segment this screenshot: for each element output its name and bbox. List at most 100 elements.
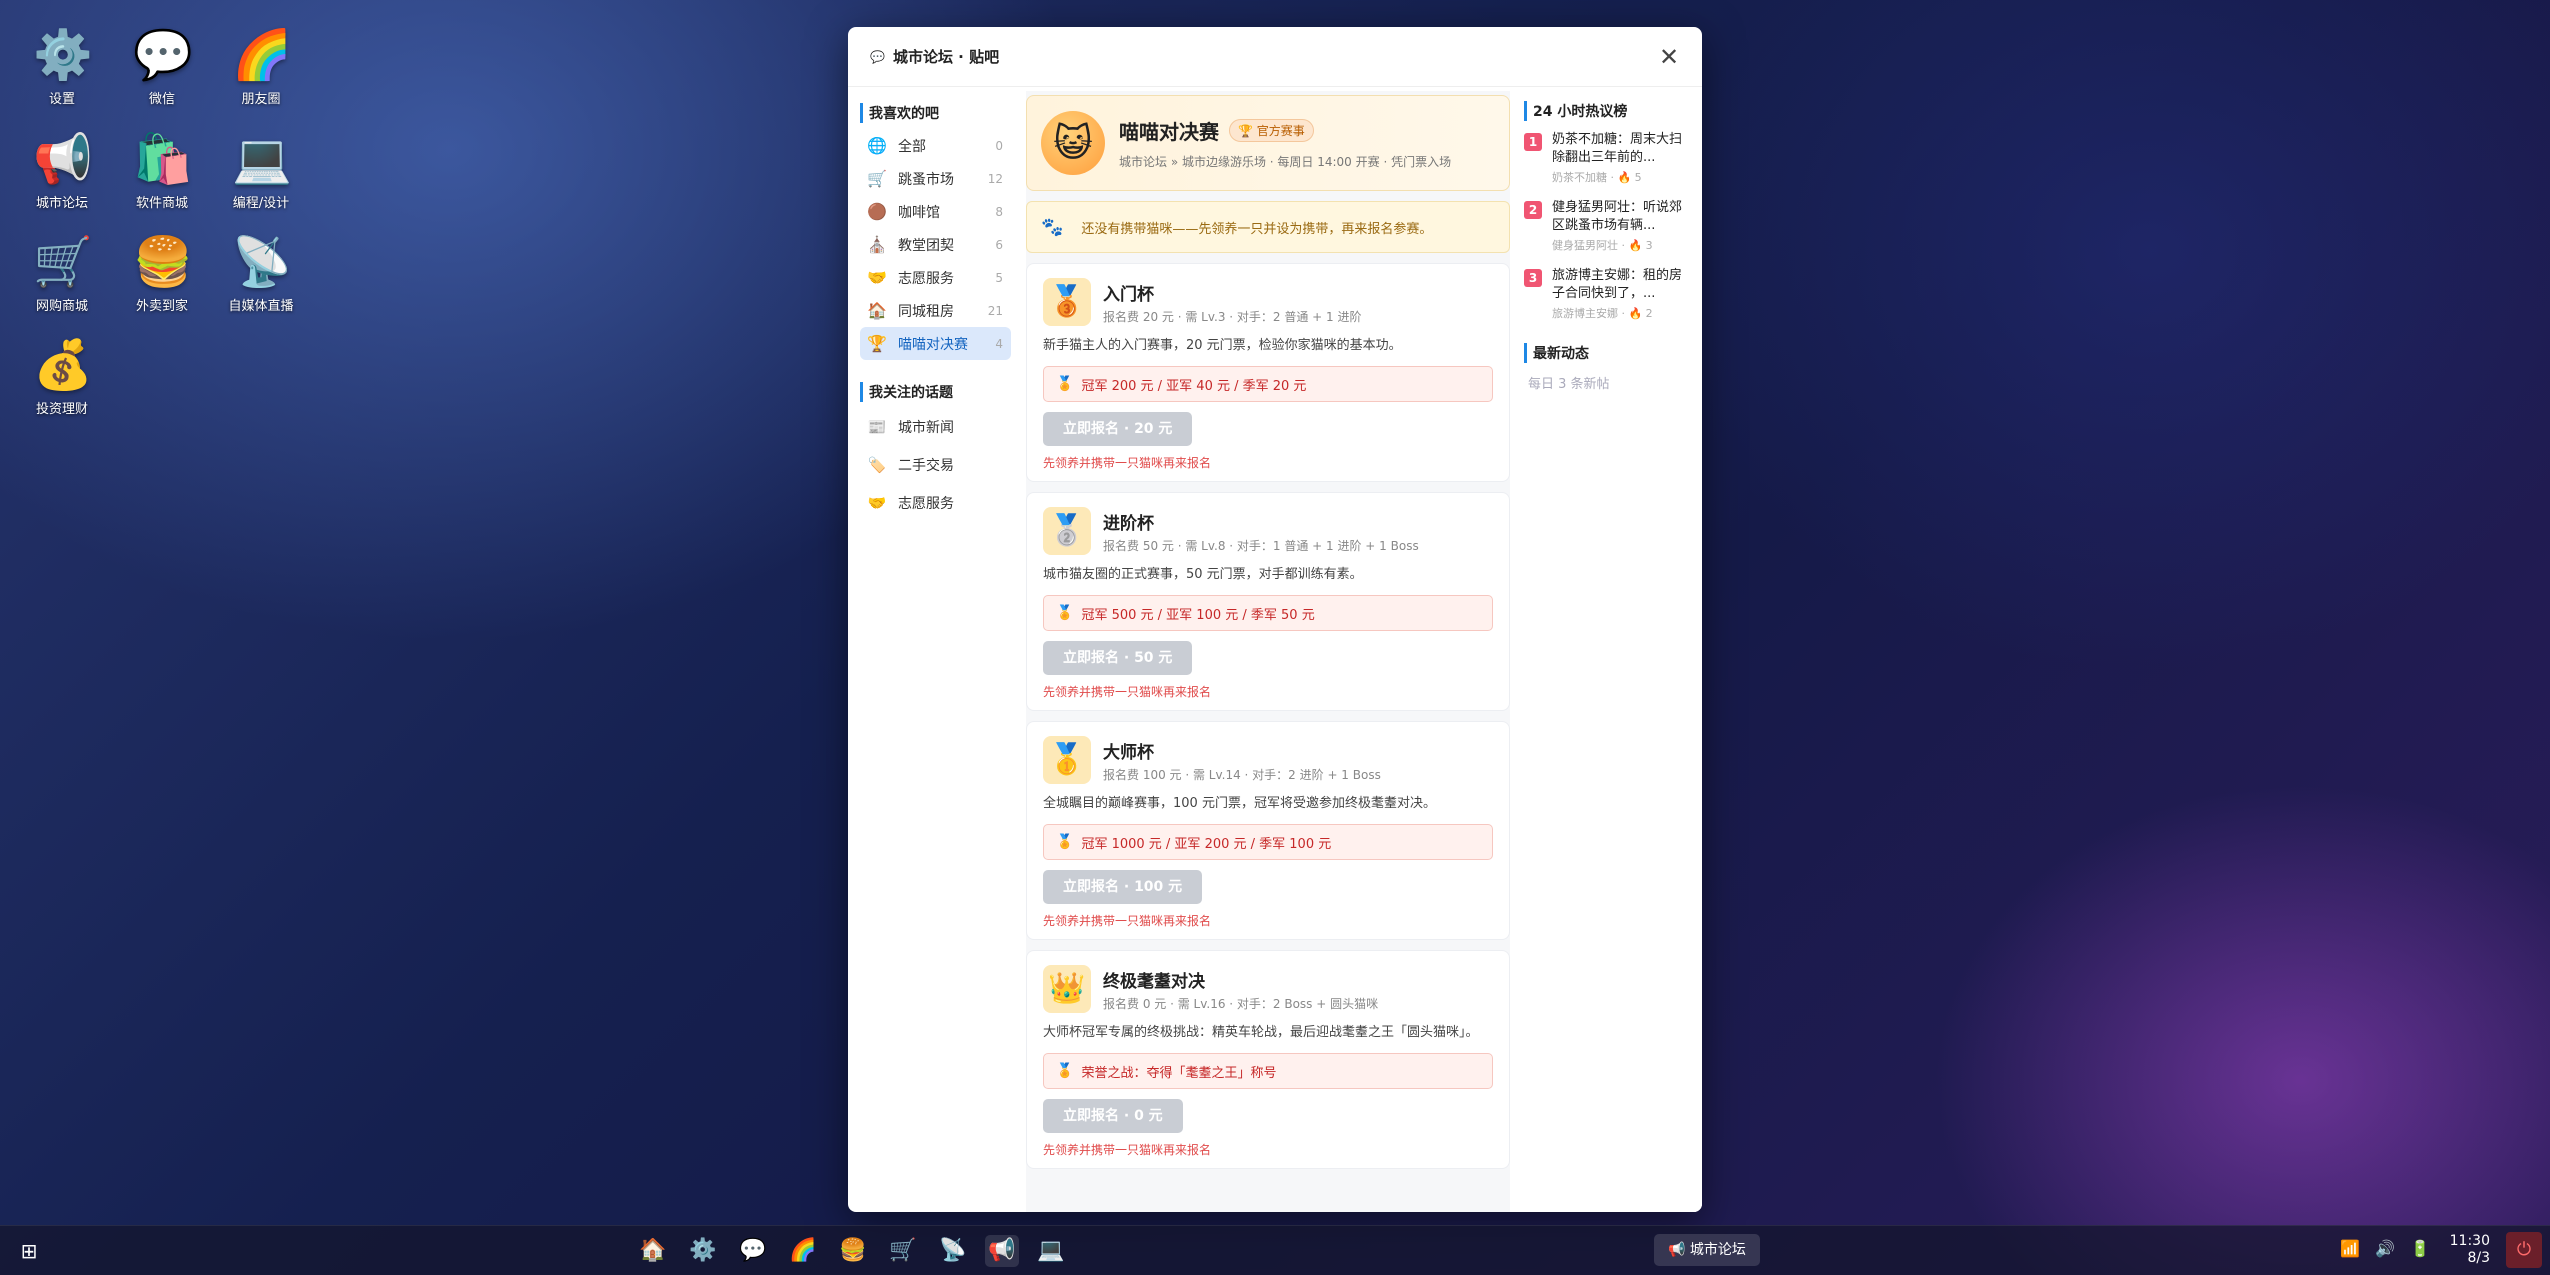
trophy-icon: 🏆 (867, 334, 887, 353)
hot-item-meta: 旅游博主安娜 · 🔥 2 (1552, 307, 1653, 320)
taskbar-megaphone-icon[interactable]: 📢 (985, 1235, 1019, 1267)
bar-name: 喵喵对决赛 (1119, 120, 1219, 144)
globe-icon: 🌐 (867, 136, 887, 155)
sidebar-item-flea-market[interactable]: 🛒 跳蚤市场 12 (860, 162, 1011, 195)
register-button[interactable]: 立即报名 · 50 元 (1043, 641, 1193, 675)
notice-text: 还没有携带猫咪——先领养一只并设为携带，再来报名参赛。 (1081, 221, 1433, 237)
shopping-cart-icon: 🛒 (867, 169, 887, 188)
sidebar-item-cafe[interactable]: 🟤 咖啡馆 8 (860, 195, 1011, 228)
topic-volunteer[interactable]: 🤝 志愿服务 (860, 484, 1011, 522)
topic-label: 城市新闻 (898, 420, 954, 436)
prize-text: 冠军 1000 元 / 亚军 200 元 / 季军 100 元 (1081, 836, 1332, 852)
rank-badge: 2 (1524, 201, 1542, 219)
volume-icon[interactable]: 🔊 (2375, 1239, 2395, 1258)
sidebar-item-count: 4 (995, 336, 1003, 351)
desktop-icon-coding[interactable]: 💻 编程/设计 (206, 130, 316, 211)
desktop-icon-online-shop[interactable]: 🛒 网购商城 (7, 233, 117, 314)
tournament-card-advanced: 🥈 进阶杯 报名费 50 元 · 需 Lv.8 · 对手：1 普通 + 1 进阶 +… (1026, 492, 1510, 711)
house-icon: 🏠 (867, 301, 887, 320)
taskbar-running-app[interactable]: 📢 城市论坛 (1654, 1234, 1760, 1266)
tournament-name: 进阶杯 (1103, 513, 1154, 534)
church-icon: ⛪ (867, 235, 887, 254)
desktop-icon-label: 编程/设计 (232, 196, 290, 211)
power-button[interactable]: ⏻ (2506, 1232, 2542, 1268)
shopping-bags-icon: 🛍️ (133, 131, 193, 187)
desktop-icon-wechat[interactable]: 💬 微信 (107, 26, 217, 107)
desktop-icon-label: 外卖到家 (135, 299, 188, 314)
clock-time: 11:30 (2449, 1233, 2490, 1249)
desktop-icon-label: 网购商城 (35, 299, 88, 314)
topic-label: 志愿服务 (898, 496, 954, 512)
desktop-icon-label: 投资理财 (35, 402, 88, 417)
tournament-name: 大师杯 (1103, 742, 1154, 763)
medal-icon: 🏅 (1056, 834, 1074, 850)
desktop-icon-label: 微信 (148, 92, 175, 107)
taskbar-home-icon[interactable]: 🏠 (636, 1235, 670, 1267)
hot-item-meta: 健身猛男阿壮 · 🔥 3 (1552, 239, 1653, 252)
wifi-icon[interactable]: 📶 (2340, 1239, 2360, 1258)
desktop-icon-moments[interactable]: 🌈 朋友圈 (206, 26, 316, 107)
taskbar-rainbow-icon[interactable]: 🌈 (786, 1235, 820, 1267)
clock[interactable]: 11:30 8/3 (2450, 1233, 2490, 1267)
crown-icon: 👑 (1043, 965, 1091, 1013)
sidebar-item-rental[interactable]: 🏠 同城租房 21 (860, 294, 1011, 327)
tournament-name: 入门杯 (1103, 284, 1154, 305)
desktop-icon-food-delivery[interactable]: 🍔 外卖到家 (107, 233, 217, 314)
sidebar-item-label: 志愿服务 (898, 270, 954, 287)
taskbar-chat-icon[interactable]: 💬 (736, 1235, 770, 1267)
register-button[interactable]: 立即报名 · 0 元 (1043, 1099, 1183, 1133)
desktop-icon-label: 自媒体直播 (228, 299, 294, 314)
taskbar-laptop-icon[interactable]: 💻 (1034, 1235, 1068, 1267)
prize-box: 🏅 冠军 500 元 / 亚军 100 元 / 季军 50 元 (1043, 595, 1493, 631)
sidebar-item-count: 5 (995, 270, 1003, 285)
hot-item[interactable]: 3 旅游博主安娜：租的房子合同快到了，... 旅游博主安娜 · 🔥 2 (1524, 267, 1690, 321)
hot-list-title: 24 小时热议榜 (1524, 101, 1690, 121)
sidebar-item-label: 同城租房 (898, 303, 954, 320)
desktop-icon-label: 朋友圈 (241, 92, 281, 107)
topic-second-hand[interactable]: 🏷️ 二手交易 (860, 446, 1011, 484)
close-button[interactable]: ✕ (1654, 42, 1684, 72)
hot-item-title: 奶茶不加糖：周末大扫除翻出三年前的... (1552, 132, 1683, 165)
prize-text: 冠军 500 元 / 亚军 100 元 / 季军 50 元 (1081, 607, 1315, 623)
sidebar-item-cat-battle[interactable]: 🏆 喵喵对决赛 4 (860, 327, 1011, 360)
taskbar-cart-icon[interactable]: 🛒 (886, 1235, 920, 1267)
desktop-icon-city-forum[interactable]: 📢 城市论坛 (7, 130, 117, 211)
desktop-icon-label: 城市论坛 (35, 196, 88, 211)
desktop-icon-investment[interactable]: 💰 投资理财 (7, 336, 117, 417)
desktop-icon-software-store[interactable]: 🛍️ 软件商城 (107, 130, 217, 211)
burger-icon: 🍔 (133, 234, 193, 290)
shopping-cart-icon: 🛒 (33, 234, 93, 290)
prize-box: 🏅 冠军 200 元 / 亚军 40 元 / 季军 20 元 (1043, 366, 1493, 402)
hot-item[interactable]: 2 健身猛男阿壮：听说郊区跳蚤市场有辆... 健身猛男阿壮 · 🔥 3 (1524, 199, 1690, 253)
desktop-icon-settings[interactable]: ⚙️ 设置 (7, 26, 117, 107)
sidebar-item-label: 教堂团契 (898, 237, 954, 254)
tournament-meta: 报名费 50 元 · 需 Lv.8 · 对手：1 普通 + 1 进阶 + 1 B… (1103, 538, 1419, 553)
forum-window: 💬 城市论坛 · 贴吧 ✕ 我喜欢的吧 🌐 全部 0 🛒 跳蚤市场 12 🟤 咖啡馆 8 ⛪… (848, 27, 1702, 1212)
sidebar-item-label: 跳蚤市场 (898, 171, 954, 188)
satellite-dish-icon: 📡 (232, 234, 292, 290)
rank-badge: 3 (1524, 269, 1542, 287)
register-button[interactable]: 立即报名 · 20 元 (1043, 412, 1193, 446)
start-menu-icon[interactable]: ⊞ (12, 1235, 46, 1267)
sidebar-item-church[interactable]: ⛪ 教堂团契 6 (860, 228, 1011, 261)
battery-icon[interactable]: 🔋 (2410, 1239, 2430, 1258)
bar-subtitle: 城市论坛 » 城市边缘游乐场 · 每周日 14:00 开赛 · 凭门票入场 (1119, 155, 1452, 169)
taskbar-satellite-icon[interactable]: 📡 (936, 1235, 970, 1267)
window-titlebar[interactable]: 💬 城市论坛 · 贴吧 ✕ (848, 27, 1702, 87)
taskbar-gear-icon[interactable]: ⚙️ (686, 1235, 720, 1267)
taskbar-burger-icon[interactable]: 🍔 (836, 1235, 870, 1267)
favorite-bars-title: 我喜欢的吧 (860, 103, 1011, 123)
chat-bubble-icon: 💬 (133, 27, 193, 83)
main-feed[interactable]: 😺 喵喵对决赛 🏆 官方赛事 城市论坛 » 城市边缘游乐场 · 每周日 14:00… (1026, 91, 1510, 1212)
register-button[interactable]: 立即报名 · 100 元 (1043, 870, 1203, 904)
desktop-icon-live-stream[interactable]: 📡 自媒体直播 (206, 233, 316, 314)
newspaper-icon: 📰 (867, 418, 887, 436)
coffee-bean-icon: 🟤 (867, 202, 887, 221)
register-warning: 先领养并携带一只猫咪再来报名 (1043, 1143, 1212, 1157)
hot-item[interactable]: 1 奶茶不加糖：周末大扫除翻出三年前的... 奶茶不加糖 · 🔥 5 (1524, 131, 1690, 185)
sidebar-item-all[interactable]: 🌐 全部 0 (860, 129, 1011, 162)
right-panel: 24 小时热议榜 1 奶茶不加糖：周末大扫除翻出三年前的... 奶茶不加糖 · 🔥 … (1512, 91, 1702, 1212)
topic-city-news[interactable]: 📰 城市新闻 (860, 408, 1011, 446)
tournament-description: 新手猫主人的入门赛事，20 元门票，检验你家猫咪的基本功。 (1043, 338, 1402, 353)
sidebar-item-volunteer[interactable]: 🤝 志愿服务 5 (860, 261, 1011, 294)
